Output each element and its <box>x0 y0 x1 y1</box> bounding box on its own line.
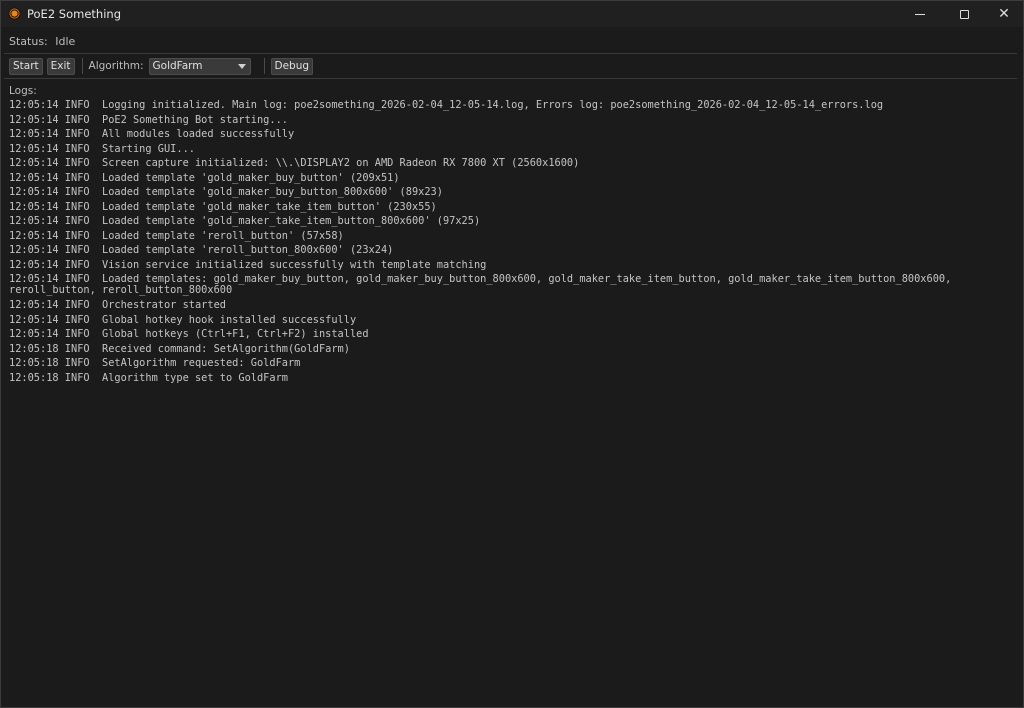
log-line: 12:05:18 INFO Algorithm type set to Gold… <box>9 371 288 384</box>
debug-button[interactable]: Debug <box>270 57 314 75</box>
log-line: 12:05:14 INFO Starting GUI... <box>9 142 195 155</box>
maximize-icon <box>959 9 969 19</box>
toolbar-separator <box>81 58 83 74</box>
log-line: 12:05:14 INFO Loaded template 'gold_make… <box>9 171 400 184</box>
close-button[interactable]: ✕ <box>981 1 1024 27</box>
start-button[interactable]: Start <box>9 57 43 75</box>
title-bar[interactable]: PoE2 Something ✕ <box>1 1 1023 27</box>
algorithm-selected-value: GoldFarm <box>152 59 203 72</box>
log-line: 12:05:14 INFO Orchestrator started <box>9 299 226 311</box>
algorithm-select[interactable]: GoldFarm <box>148 57 251 75</box>
log-line: 12:05:14 INFO Loaded template 'gold_make… <box>9 186 443 198</box>
algorithm-label: Algorithm: <box>88 60 144 72</box>
exit-button[interactable]: Exit <box>46 57 75 75</box>
divider <box>4 78 1017 79</box>
log-line: 12:05:14 INFO Loaded template 'reroll_bu… <box>9 244 394 256</box>
log-line: 12:05:14 INFO Global hotkeys (Ctrl+F1, C… <box>9 328 369 340</box>
minimize-icon <box>915 13 925 15</box>
log-line: 12:05:14 INFO Global hotkey hook install… <box>9 313 357 326</box>
log-line: 12:05:14 INFO Loaded template 'reroll_bu… <box>9 229 344 242</box>
minimize-button[interactable] <box>897 1 943 27</box>
close-icon: ✕ <box>998 6 1010 22</box>
log-line: 12:05:14 INFO Vision service initialized… <box>9 258 487 271</box>
app-icon <box>8 7 21 20</box>
window-title: PoE2 Something <box>27 7 121 21</box>
app-window: PoE2 Something ✕ Status: Idle Start Exit… <box>0 0 1024 708</box>
status-value: Idle <box>55 35 76 48</box>
status-row: Status: Idle <box>9 35 79 48</box>
log-line: 12:05:14 INFO Logging initialized. Main … <box>9 99 884 111</box>
divider <box>4 53 1017 54</box>
toolbar-separator <box>263 58 265 74</box>
log-line: 12:05:14 INFO Screen capture initialized… <box>9 157 580 169</box>
log-line: 12:05:14 INFO Loaded templates: gold_mak… <box>9 273 952 296</box>
toolbar: Start Exit Algorithm: GoldFarm Debug <box>9 57 317 75</box>
log-line: 12:05:14 INFO Loaded template 'gold_make… <box>9 200 437 213</box>
log-line: 12:05:14 INFO Loaded template 'gold_make… <box>9 215 481 227</box>
log-line: 12:05:18 INFO Received command: SetAlgor… <box>9 342 350 355</box>
status-label: Status: <box>9 35 48 48</box>
log-output[interactable]: 12:05:14 INFO Logging initialized. Main … <box>9 98 989 385</box>
chevron-down-icon <box>237 63 246 69</box>
logs-label: Logs: <box>9 85 37 97</box>
log-line: 12:05:14 INFO All modules loaded success… <box>9 128 295 140</box>
log-line: 12:05:18 INFO SetAlgorithm requested: Go… <box>9 357 301 369</box>
log-line: 12:05:14 INFO PoE2 Something Bot startin… <box>9 113 288 126</box>
